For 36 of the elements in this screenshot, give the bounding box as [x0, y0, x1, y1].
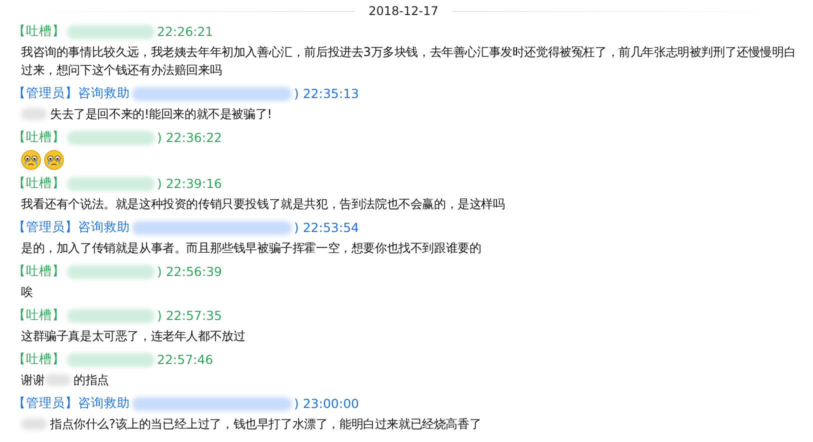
role-label: 【管理员】: [13, 219, 78, 236]
role-label: 【吐槽】: [13, 175, 65, 192]
role-label: 【吐槽】: [13, 351, 65, 368]
message-time: ) 22:56:39: [157, 264, 222, 279]
message-time: ) 22:36:22: [157, 130, 222, 145]
message-time: ) 22:39:16: [157, 176, 222, 191]
blurred-mention: [44, 374, 71, 386]
message-text: 指点你什么?该上的当已经上过了，钱也早打了水漂了，能明白过来就已经烧高香了: [50, 416, 482, 433]
sender-name: 咨询救助: [78, 85, 130, 102]
role-label: 【吐槽】: [13, 307, 65, 324]
message-time: 22:26:21: [157, 24, 214, 39]
message-time: 22:57:46: [157, 352, 214, 367]
message-text: 我看还有个说法。就是这种投资的传销只要投钱了就是共犯，告到法院也不会赢的，是这样吗: [21, 196, 505, 213]
crying-emoji-icon: [21, 150, 41, 170]
message-text: 失去了是回不来的!能回来的就不是被骗了!: [50, 106, 272, 123]
message-time: ) 22:57:35: [157, 308, 222, 323]
sender-name: 咨询救助: [78, 395, 130, 412]
role-label: 【吐槽】: [13, 23, 65, 40]
role-label: 【管理员】: [13, 85, 78, 102]
message-text: 这群骗子真是太可恶了，连老年人都不放过: [21, 328, 246, 345]
message-time: ) 22:53:54: [294, 220, 359, 235]
message-text: 唉: [21, 284, 33, 301]
date-label: 2018-12-17: [368, 4, 438, 18]
blurred-mention: [21, 418, 47, 430]
message-text: 谢谢: [21, 372, 45, 389]
role-label: 【吐槽】: [13, 263, 65, 280]
message-time: ) 22:35:13: [294, 86, 359, 101]
role-label: 【吐槽】: [13, 129, 65, 146]
message-time: ) 23:00:00: [294, 396, 359, 411]
message-text: 我咨询的事情比较久远，我老姨去年年初加入善心汇，前后投进去3万多块钱，去年善心汇事发时还觉得被冤枉了，前几年张志明被判刑了还慢慢明白过来，想问下这个钱还有办法赔回来吗: [21, 44, 797, 79]
message-text: 是的，加入了传销就是从事者。而且那些钱早被骗子挥霍一空，想要你也找不到跟谁要的: [21, 240, 482, 257]
role-label: 【管理员】: [13, 395, 78, 412]
sender-name: 咨询救助: [78, 219, 130, 236]
message-text: 的指点: [74, 372, 110, 389]
crying-emoji-icon: [44, 150, 64, 170]
blurred-mention: [21, 108, 47, 120]
